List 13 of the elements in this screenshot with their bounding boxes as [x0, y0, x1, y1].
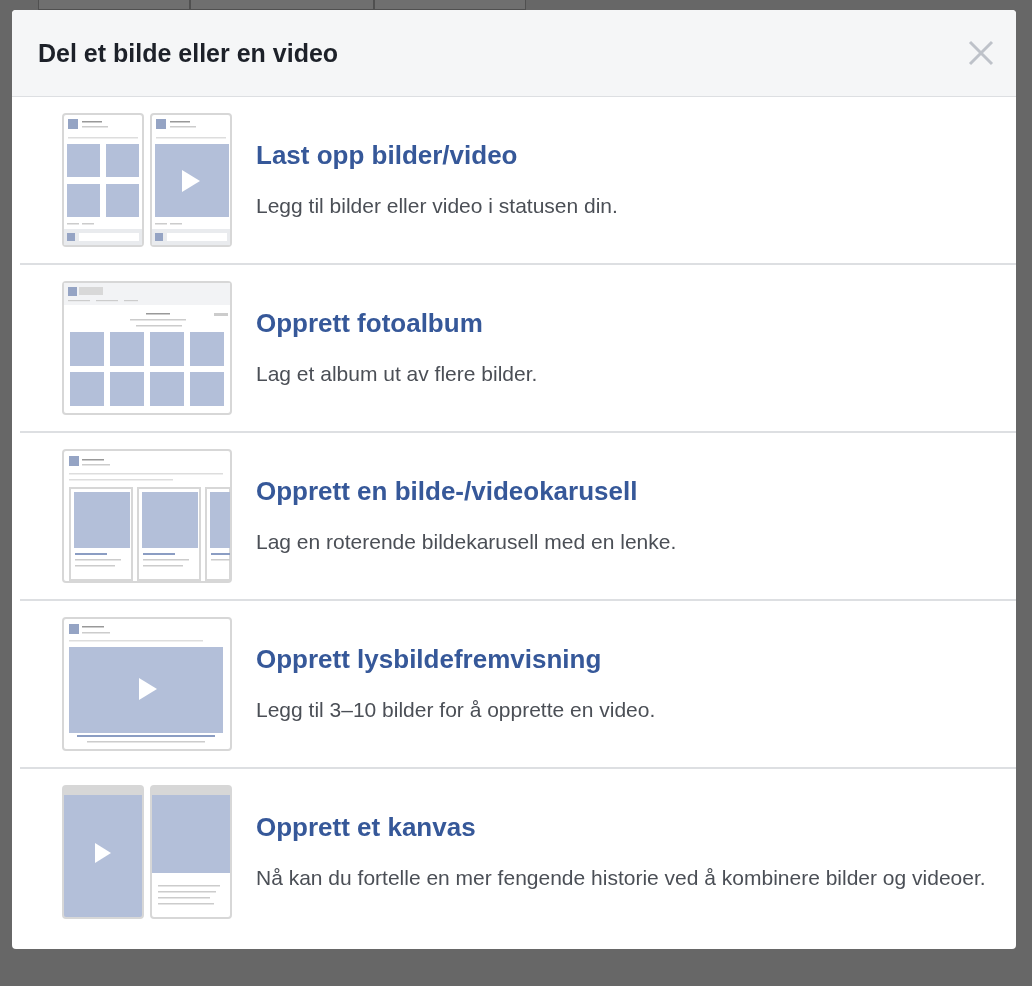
- dialog-title: Del et bilde eller en video: [38, 38, 339, 68]
- option-description: Legg til bilder eller video i statusen din.: [256, 192, 618, 219]
- option-link[interactable]: Opprett fotoalbum: [256, 307, 538, 339]
- close-icon: [968, 40, 994, 66]
- option-description: Lag et album ut av flere bilder.: [256, 360, 538, 387]
- option-link[interactable]: Opprett et kanvas: [256, 811, 986, 843]
- option-description: Lag en roterende bildekarusell med en lenke.: [256, 528, 677, 555]
- option-description: Legg til 3–10 bilder for å opprette en video.: [256, 696, 656, 723]
- option-link[interactable]: Opprett en bilde-/videokarusell: [256, 475, 677, 507]
- option-link[interactable]: Opprett lysbildefremvisning: [256, 643, 656, 675]
- option-link[interactable]: Last opp bilder/video: [256, 139, 618, 171]
- close-button[interactable]: [968, 40, 994, 66]
- option-description: Nå kan du fortelle en mer fengende historie ved å kombinere bilder og videoer.: [256, 864, 986, 891]
